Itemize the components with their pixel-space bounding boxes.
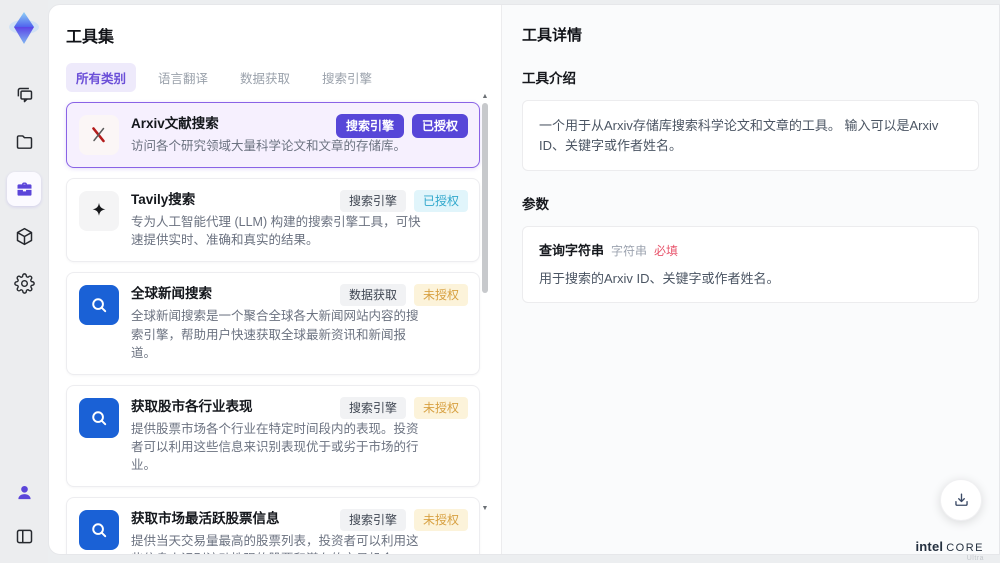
tool-description: 提供股票市场各个行业在特定时间段内的表现。投资者可以利用这些信息来识别表现优于或… (131, 421, 419, 472)
panel-icon (14, 526, 35, 547)
page-title: 工具集 (66, 29, 115, 46)
detail-title: 工具详情 (522, 27, 583, 44)
download-icon (952, 491, 971, 510)
tool-card-arxiv[interactable]: Arxiv文献搜索 访问各个研究领域大量科学论文和文章的存储库。 搜索引擎 已授… (66, 102, 480, 169)
sidebar-item-packages[interactable] (7, 219, 41, 253)
brand-core: CORE (946, 542, 984, 554)
scroll-up-arrow[interactable]: ▲ (481, 93, 489, 101)
status-badge: 已授权 (413, 190, 468, 213)
sidebar-item-files[interactable] (7, 125, 41, 159)
tab-data-fetching[interactable]: 数据获取 (230, 63, 300, 92)
category-badge: 搜索引擎 (339, 396, 406, 419)
user-icon (14, 482, 35, 503)
tool-card-sector-performance[interactable]: 获取股市各行业表现 提供股票市场各个行业在特定时间段内的表现。投资者可以利用这些… (66, 384, 480, 488)
tool-list: Arxiv文献搜索 访问各个研究领域大量科学论文和文章的存储库。 搜索引擎 已授… (66, 102, 480, 554)
sidebar-item-settings[interactable] (7, 266, 41, 300)
param-required-badge: 必填 (654, 244, 679, 258)
tab-all-categories[interactable]: 所有类别 (66, 63, 137, 92)
blue-search-logo-icon (79, 285, 119, 326)
sidebar-item-account[interactable] (7, 475, 41, 509)
param-type: 字符串 (611, 244, 648, 258)
scrollbar-thumb[interactable] (482, 103, 488, 293)
tool-description: 全球新闻搜索是一个聚合全球各大新闻网站内容的搜索引擎，帮助用户快速获取全球最新资… (131, 309, 419, 360)
intro-heading: 工具介绍 (522, 71, 576, 86)
sidebar-bottom (7, 475, 41, 553)
tab-search-engine[interactable]: 搜索引擎 (312, 63, 382, 92)
app-logo (6, 8, 42, 48)
status-badge: 未授权 (413, 509, 468, 532)
tool-description: 访问各个研究领域大量科学论文和文章的存储库。 (131, 139, 407, 153)
category-tabs: 所有类别 语言翻译 数据获取 搜索引擎 (66, 63, 501, 92)
tool-description: 专为人工智能代理 (LLM) 构建的搜索引擎工具，可快速提供实时、准确和真实的结… (131, 215, 421, 248)
status-badge: 未授权 (413, 284, 468, 307)
brand-intel: intel (915, 539, 944, 554)
folder-icon (14, 132, 35, 153)
param-description: 用于搜索的Arxiv ID、关键字或作者姓名。 (539, 271, 780, 286)
tool-list-panel: 工具集 所有类别 语言翻译 数据获取 搜索引擎 Arxiv文献搜索 访问各个研究… (49, 5, 501, 554)
category-badge: 搜索引擎 (339, 190, 406, 213)
sidebar-item-chat[interactable] (7, 78, 41, 112)
download-button[interactable] (940, 479, 982, 521)
list-scrollbar: ▲ ▼ (481, 93, 489, 541)
tool-card-global-news-search[interactable]: 全球新闻搜索 全球新闻搜索是一个聚合全球各大新闻网站内容的搜索引擎，帮助用户快速… (66, 272, 480, 375)
sidebar-item-tools[interactable] (7, 172, 41, 206)
params-heading: 参数 (522, 197, 549, 212)
tool-description: 提供当天交易量最高的股票列表，投资者可以利用这些信息来识别流动性强的股票和潜在的… (131, 534, 419, 554)
chat-icon (14, 85, 35, 106)
blue-search-logo-icon (79, 397, 119, 438)
cube-icon (14, 226, 35, 247)
tool-card-most-active-stocks[interactable]: 获取市场最活跃股票信息 提供当天交易量最高的股票列表，投资者可以利用这些信息来识… (66, 497, 480, 554)
tab-language-translation[interactable]: 语言翻译 (148, 63, 218, 92)
status-badge: 未授权 (413, 396, 468, 419)
tool-detail-panel: 工具详情 工具介绍 一个用于从Arxiv存储库搜索科学论文和文章的工具。 输入可… (501, 5, 999, 554)
category-badge: 搜索引擎 (339, 509, 406, 532)
tavily-star-icon (79, 191, 119, 232)
param-box: 查询字符串 字符串 必填 用于搜索的Arxiv ID、关键字或作者姓名。 (522, 226, 979, 303)
intro-box: 一个用于从Arxiv存储库搜索科学论文和文章的工具。 输入可以是Arxiv ID… (522, 100, 979, 171)
toolbox-icon (14, 179, 35, 200)
arxiv-logo-icon (79, 115, 119, 155)
main-content: 工具集 所有类别 语言翻译 数据获取 搜索引擎 Arxiv文献搜索 访问各个研究… (48, 4, 1000, 555)
sidebar-item-collapse[interactable] (7, 519, 41, 553)
tool-card-tavily[interactable]: Tavily搜索 专为人工智能代理 (LLM) 构建的搜索引擎工具，可快速提供实… (66, 178, 480, 263)
param-name: 查询字符串 (539, 243, 605, 258)
category-badge: 数据获取 (339, 284, 406, 307)
status-badge: 已授权 (411, 114, 468, 138)
blue-search-logo-icon (79, 510, 119, 551)
scroll-down-arrow[interactable]: ▼ (481, 505, 489, 513)
brand-sub: Ultra (966, 555, 984, 562)
app-sidebar (0, 0, 48, 563)
sidebar-nav (7, 78, 41, 300)
intel-core-logo: intel CORE Ultra (915, 539, 984, 562)
gear-icon (13, 272, 35, 294)
category-badge: 搜索引擎 (335, 114, 404, 138)
